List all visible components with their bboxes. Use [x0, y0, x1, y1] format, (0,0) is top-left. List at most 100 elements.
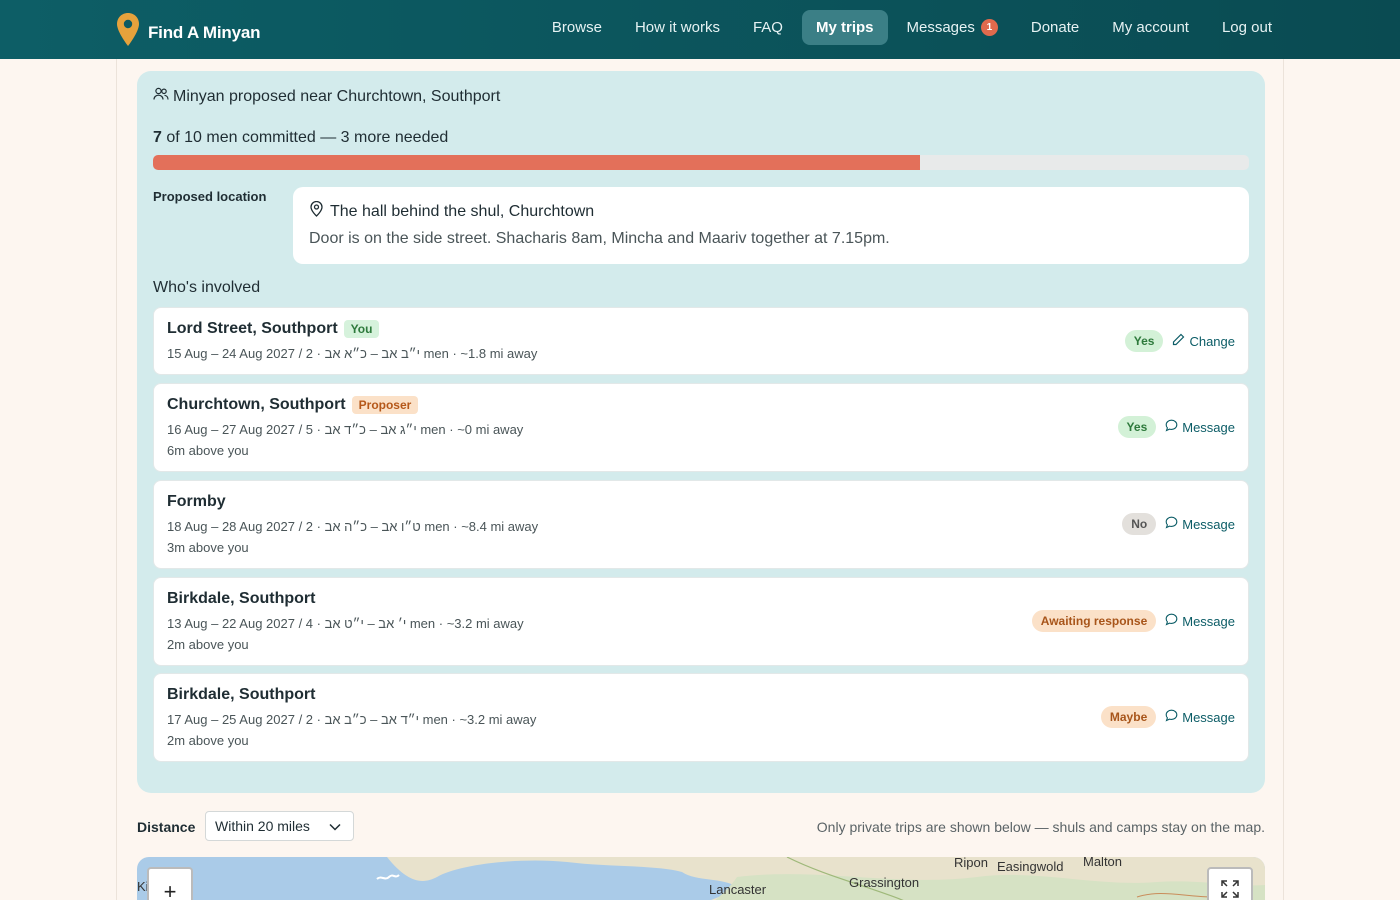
page-container: Minyan proposed near Churchtown, Southpo… — [116, 59, 1284, 900]
chat-icon — [1165, 419, 1178, 435]
location-description: Door is on the side street. Shacharis 8a… — [309, 230, 890, 247]
trip-elevation: 3m above you — [167, 540, 249, 555]
trip-card: Birkdale, Southport 13 Aug – 22 Aug 2027… — [153, 577, 1249, 666]
trip-meta: 17 Aug – 25 Aug 2027 / י״ד אב – כ״ב אב ·… — [167, 712, 537, 727]
nav-how-it-works-label: How it works — [634, 19, 720, 36]
progress-fill — [153, 155, 921, 170]
message-label: Message — [1182, 419, 1235, 435]
location-card: The hall behind the shul, Churchtown Doo… — [293, 187, 1249, 264]
trip-card: Formby 18 Aug – 28 Aug 2027 / ט״ו אב – כ… — [153, 480, 1249, 569]
chevron-down-icon — [329, 818, 341, 834]
nav-my-trips[interactable]: My trips — [801, 10, 888, 45]
map-place-label: Easingwold — [997, 859, 1064, 874]
change-label: Change — [1189, 333, 1235, 349]
nav-my-account-label: My account — [1112, 19, 1189, 36]
nav-my-account[interactable]: My account — [1098, 10, 1203, 45]
map-place-label: Ripon — [954, 857, 988, 870]
nav-log-out-label: Log out — [1221, 19, 1272, 36]
message-button[interactable]: Message — [1165, 419, 1235, 435]
trip-actions: No Message — [1122, 513, 1235, 535]
brand-logo[interactable]: Find A Minyan — [116, 12, 261, 53]
minyan-panel: Minyan proposed near Churchtown, Southpo… — [137, 71, 1265, 793]
committed-text: of 10 men committed — 3 more needed — [161, 129, 449, 146]
trip-meta: 16 Aug – 27 Aug 2027 / י״ג אב – כ״ד אב ·… — [167, 422, 524, 437]
location-label: Proposed location — [153, 189, 267, 204]
message-button[interactable]: Message — [1165, 516, 1235, 532]
trip-name-text: Lord Street, Southport — [167, 320, 338, 337]
people-icon — [153, 87, 169, 106]
nav-donate-label: Donate — [1030, 19, 1080, 36]
brand-name: Find A Minyan — [148, 22, 261, 42]
location-name-text: The hall behind the shul, Churchtown — [330, 202, 595, 220]
trip-name: Lord Street, Southport You — [167, 320, 380, 338]
nav-faq[interactable]: FAQ — [739, 10, 797, 45]
committed-count: 7 — [153, 129, 162, 146]
chat-icon — [1165, 516, 1178, 532]
trip-meta: 13 Aug – 22 Aug 2027 / י׳ אב – י״ט אב · … — [167, 616, 524, 631]
map-place-label: Malton — [1083, 857, 1123, 869]
change-button[interactable]: Change — [1172, 333, 1235, 349]
trip-name-text: Churchtown, Southport — [167, 396, 346, 413]
fullscreen-button[interactable] — [1207, 867, 1253, 900]
trip-name-text: Birkdale, Southport — [167, 686, 316, 703]
location-pin-icon — [309, 200, 324, 222]
message-button[interactable]: Message — [1165, 613, 1235, 629]
status-badge: Yes — [1117, 416, 1157, 438]
trip-meta: 18 Aug – 28 Aug 2027 / ט״ו אב – כ״ה אב ·… — [167, 519, 539, 534]
trip-elevation: 2m above you — [167, 637, 249, 652]
trip-name: Formby — [167, 493, 226, 511]
minyan-title-text: Minyan proposed near Churchtown, Southpo… — [173, 87, 501, 105]
nav-browse[interactable]: Browse — [538, 10, 616, 45]
nav-messages[interactable]: Messages 1 — [893, 10, 1012, 45]
expand-icon — [1220, 879, 1240, 900]
zoom-in-label: + — [163, 879, 177, 900]
map-place-label: Lancaster — [709, 882, 767, 897]
you-tag: You — [343, 320, 380, 338]
trip-actions: Awaiting response Message — [1031, 610, 1235, 632]
nav-messages-label: Messages — [906, 19, 975, 36]
map-pin-icon — [116, 12, 140, 53]
top-nav: Find A Minyan Browse How it works FAQ My… — [0, 0, 1400, 59]
distance-select[interactable]: Within 20 miles — [205, 811, 354, 841]
commitment-progress-bar — [153, 155, 1249, 170]
trip-name-text: Formby — [167, 493, 226, 510]
pencil-icon — [1172, 333, 1185, 349]
status-badge: Awaiting response — [1031, 610, 1157, 632]
proposer-tag: Proposer — [351, 396, 419, 414]
distance-label: Distance — [137, 819, 196, 835]
message-label: Message — [1182, 613, 1235, 629]
message-label: Message — [1182, 516, 1235, 532]
trip-card: Birkdale, Southport 17 Aug – 25 Aug 2027… — [153, 673, 1249, 762]
trip-card: Churchtown, Southport Proposer 16 Aug – … — [153, 383, 1249, 472]
trip-name: Birkdale, Southport — [167, 590, 315, 608]
chat-icon — [1165, 709, 1178, 725]
distance-selected-value: Within 20 miles — [215, 818, 310, 834]
trip-actions: Yes Message — [1117, 416, 1235, 438]
nav-links: Browse How it works FAQ My trips Message… — [538, 10, 1286, 45]
messages-count-badge: 1 — [980, 19, 998, 36]
trip-name-text: Birkdale, Southport — [167, 590, 316, 607]
distance-filter-row: Distance Within 20 miles Only private tr… — [137, 811, 1265, 841]
trip-actions: Yes Change — [1124, 330, 1235, 352]
nav-my-trips-label: My trips — [815, 19, 874, 36]
nav-log-out[interactable]: Log out — [1208, 10, 1286, 45]
status-badge: Yes — [1124, 330, 1164, 352]
trip-meta: 15 Aug – 24 Aug 2027 / י״ב אב – כ״א אב ·… — [167, 346, 538, 361]
message-label: Message — [1182, 709, 1235, 725]
nav-donate[interactable]: Donate — [1017, 10, 1093, 45]
nav-how-it-works[interactable]: How it works — [621, 10, 734, 45]
nav-browse-label: Browse — [551, 19, 602, 36]
trip-card: Lord Street, Southport You 15 Aug – 24 A… — [153, 307, 1249, 375]
trip-name: Birkdale, Southport — [167, 686, 315, 704]
trip-elevation: 6m above you — [167, 443, 249, 458]
nav-faq-label: FAQ — [752, 19, 783, 36]
zoom-in-button[interactable]: + — [147, 867, 193, 900]
trip-actions: Maybe Message — [1100, 706, 1235, 728]
minyan-title: Minyan proposed near Churchtown, Southpo… — [153, 87, 500, 106]
status-badge: Maybe — [1100, 706, 1157, 728]
message-button[interactable]: Message — [1165, 709, 1235, 725]
trip-name: Churchtown, Southport Proposer — [167, 396, 419, 414]
trip-map[interactable]: Ki Lancaster Grassington Ripon Easingwol… — [137, 857, 1265, 900]
involved-heading: Who's involved — [153, 279, 261, 296]
map-place-label: Grassington — [849, 875, 920, 890]
